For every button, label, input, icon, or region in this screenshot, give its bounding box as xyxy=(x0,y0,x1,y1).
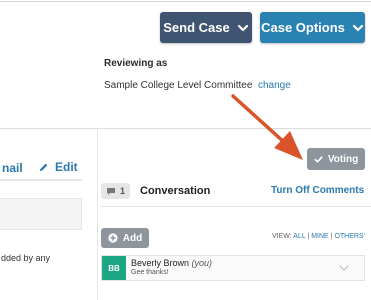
comment-count: 1 xyxy=(120,186,126,196)
checkmark-icon xyxy=(314,155,323,163)
case-options-button[interactable]: Case Options xyxy=(260,12,365,43)
view-separator: | xyxy=(330,233,333,240)
section-divider xyxy=(0,128,371,129)
comment-author-tag: (you) xyxy=(191,258,213,268)
left-panel-divider xyxy=(0,179,82,181)
comment-count-badge: 1 xyxy=(101,183,131,199)
view-separator: | xyxy=(307,233,310,240)
chevron-down-icon xyxy=(352,24,363,31)
avatar: BB xyxy=(102,256,126,280)
committee-name: Sample College Level Committee xyxy=(104,80,253,91)
view-filter: VIEW: ALL | MINE | OTHERS' xyxy=(272,233,365,240)
voting-label: Voting xyxy=(327,153,359,165)
speech-bubble-icon xyxy=(107,187,115,195)
pencil-icon xyxy=(39,163,48,171)
conversation-title: Conversation xyxy=(140,185,211,197)
turn-off-comments-link[interactable]: Turn Off Comments xyxy=(271,185,364,196)
case-options-label: Case Options xyxy=(261,20,345,35)
plus-circle-icon xyxy=(108,233,118,243)
reviewing-as-label: Reviewing as xyxy=(104,58,168,69)
top-divider xyxy=(0,1,371,2)
comment-text: Gee thanks! xyxy=(131,269,169,276)
edit-link[interactable]: Edit xyxy=(38,160,78,174)
edit-label: Edit xyxy=(55,160,78,174)
voting-button[interactable]: Voting xyxy=(307,148,365,170)
left-panel-text: dded by any xyxy=(1,253,51,263)
view-all-link[interactable]: ALL xyxy=(293,233,305,240)
comment-author: Beverly Brown (you) xyxy=(131,258,212,268)
email-link[interactable]: nail xyxy=(2,161,23,175)
conversation-divider xyxy=(100,206,371,207)
view-others-link[interactable]: OTHERS' xyxy=(334,233,365,240)
add-comment-button[interactable]: Add xyxy=(101,228,149,248)
change-committee-link[interactable]: change xyxy=(258,80,291,91)
comment-author-name: Beverly Brown xyxy=(131,258,190,268)
add-label: Add xyxy=(122,232,143,244)
panel-border xyxy=(97,129,98,300)
send-case-button[interactable]: Send Case xyxy=(160,12,252,43)
send-case-label: Send Case xyxy=(163,20,230,35)
chevron-down-icon[interactable] xyxy=(338,262,350,274)
view-mine-link[interactable]: MINE xyxy=(311,233,329,240)
comment-item[interactable]: BB Beverly Brown (you) Gee thanks! xyxy=(101,255,365,281)
chevron-down-icon xyxy=(237,24,248,31)
conversation-header: 1 Conversation xyxy=(101,183,210,199)
view-prefix: VIEW: xyxy=(272,233,292,240)
left-panel-field xyxy=(0,198,82,230)
